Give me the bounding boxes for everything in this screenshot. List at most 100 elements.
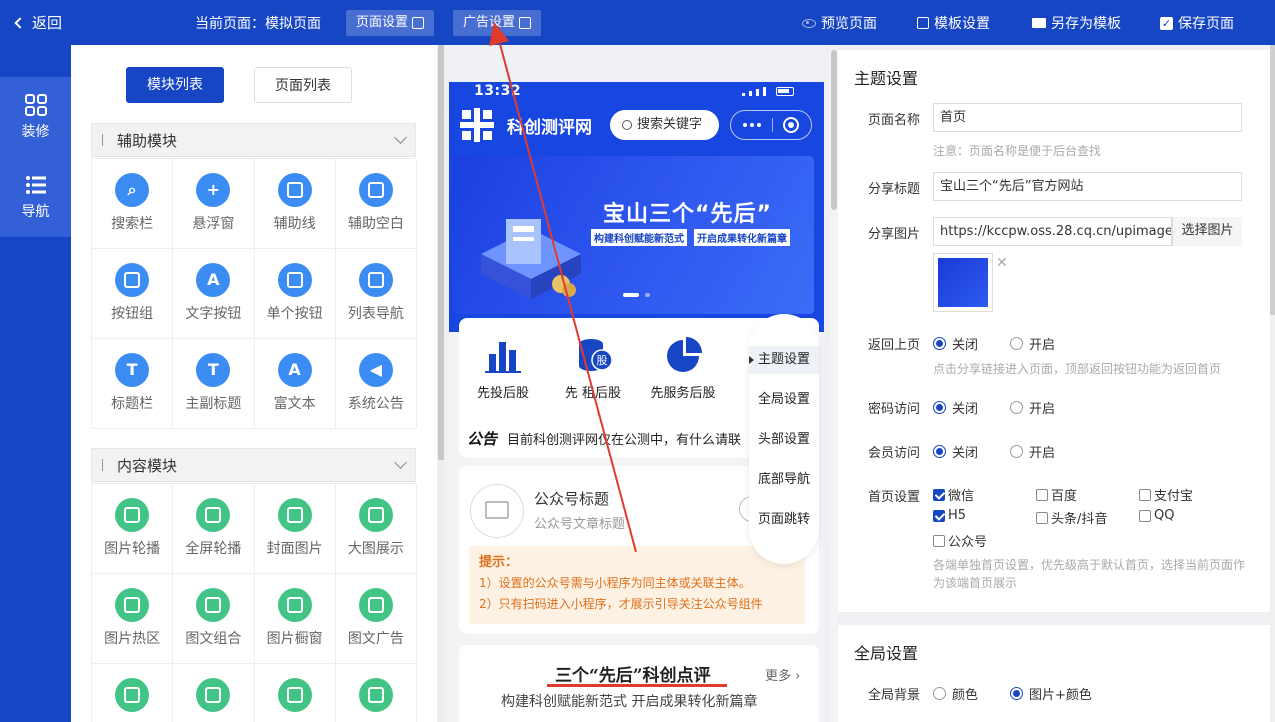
module-item[interactable]: 图文广告 [335,574,417,664]
mini-program-capsule[interactable] [730,110,812,140]
module-item[interactable]: A 文字按钮 [173,249,255,339]
module-item[interactable] [336,664,417,722]
save-page-button[interactable]: ✓ 保存页面 [1160,13,1234,33]
radio-on-icon [933,337,946,350]
banner-title: 宝山三个“先后” [603,202,772,227]
edit-icon [519,17,532,29]
module-item[interactable]: 按钮组 [92,249,174,339]
member-on-radio[interactable]: 开启 [1010,442,1055,461]
menu-item-theme-settings[interactable]: 主题设置 [749,346,819,374]
password-on-radio[interactable]: 开启 [1010,398,1055,417]
share-title-input[interactable]: 宝山三个“先后”官方网站 [933,172,1242,201]
module-item[interactable]: ⌕ 搜索栏 [92,159,174,249]
phone-search-bar[interactable]: 搜索关键字 [610,110,719,140]
sidebar-item-navigation[interactable]: 导航 [0,157,71,237]
field-label: 返回上页 [867,338,920,353]
module-item[interactable]: T 标题栏 [92,339,174,429]
preview-button[interactable]: 预览页面 [802,13,877,33]
module-item[interactable]: A 富文本 [254,339,336,429]
module-item[interactable] [255,664,336,722]
module-panel: 模块列表 页面列表 辅助模块 ⌕ 搜索栏 + 悬浮窗 辅助线 辅助空白按钮组 A 文字按钮 单个… [71,45,437,722]
carousel-dot-active[interactable] [623,293,639,297]
home-qq-checkbox[interactable]: QQ [1139,508,1174,523]
more-link[interactable]: 更多 › [765,665,800,684]
chevron-down-icon [394,456,407,469]
module-item[interactable]: 图片热区 [92,574,174,664]
field-label: 分享标题 [867,182,920,197]
nav-item-rent-then-equity[interactable]: 股 先 租后股 [553,336,633,401]
image-icon [485,501,509,519]
settings-scrollbar[interactable] [1270,45,1275,722]
title-bar-icon: T [115,353,150,387]
tab-page-list[interactable]: 页面列表 [254,67,352,103]
back-top-off-radio[interactable]: 关闭 [933,334,978,353]
signal-icon [763,87,766,96]
home-h5-checkbox[interactable]: H5 [933,508,966,523]
module-item[interactable] [173,664,255,722]
menu-item-page-redirect[interactable]: 页面跳转 [749,506,819,534]
back-label: 返回 [32,14,63,32]
save-as-template-button[interactable]: 另存为模板 [1032,13,1121,33]
bg-color-radio[interactable]: 颜色 [933,684,978,703]
checkbox-checked-icon [933,488,945,501]
sidebar-item-label: 导航 [21,204,50,220]
ad-settings-button[interactable]: 广告设置 [453,10,542,36]
scrollbar-thumb[interactable] [1270,45,1275,315]
field-label: 密码访问 [867,402,920,417]
radio-off-icon [1010,401,1023,414]
menu-item-footer-nav[interactable]: 底部导航 [749,466,819,494]
menu-item-header-settings[interactable]: 头部设置 [749,426,819,454]
module-item[interactable]: T 主副标题 [173,339,255,429]
home-official-account-checkbox[interactable]: 公众号 [933,531,987,550]
module-icon [115,678,150,712]
bg-image-color-radio[interactable]: 图片+颜色 [1010,684,1092,703]
module-item[interactable]: 封面图片 [254,484,336,574]
settings-float-menu: 主题设置 全局设置 头部设置 底部导航 页面跳转 [749,314,819,564]
nav-item-service-then-equity[interactable]: 先服务后股 [643,336,723,401]
close-icon[interactable]: ✕ [996,255,1008,271]
notice-bar[interactable]: 公告 目前科创测评网仅在公测中，有什么请联 [467,428,741,449]
page-settings-label: 页面设置 [356,15,409,30]
home-alipay-checkbox[interactable]: 支付宝 [1139,485,1193,504]
module-item[interactable]: 辅助线 [254,159,336,249]
module-item[interactable]: 大图展示 [335,484,417,574]
password-off-radio[interactable]: 关闭 [933,398,978,417]
choose-image-button[interactable]: 选择图片 [1172,217,1242,246]
home-baidu-checkbox[interactable]: 百度 [1036,485,1077,504]
home-toutiao-checkbox[interactable]: 头条/抖音 [1036,508,1107,527]
module-item[interactable]: 全屏轮播 [173,484,255,574]
share-image-url-input[interactable]: https://kccpw.oss.28.cq.cn/upimages/402/… [933,217,1172,246]
banner-carousel[interactable]: 宝山三个“先后” 构建科创赋能新范式 开启成果转化新篇章 [453,156,814,314]
module-item[interactable]: 图片轮播 [92,484,174,574]
page-settings-button[interactable]: 页面设置 [346,10,435,36]
back-button[interactable]: 返回 [14,12,63,33]
section-title: 辅助模块 [117,131,178,150]
section-header-helper[interactable]: 辅助模块 [91,123,416,157]
module-item-label: 图文组合 [185,631,242,647]
module-item[interactable]: 列表导航 [335,249,417,339]
section-header-content[interactable]: 内容模块 [91,448,416,482]
preview-scrollbar[interactable] [830,45,838,722]
module-item[interactable]: 图片橱窗 [254,574,336,664]
text-button-icon: A [196,263,231,297]
module-item[interactable]: 辅助空白 [335,159,417,249]
scrollbar-thumb[interactable] [831,50,837,210]
carousel-dot[interactable] [645,293,650,297]
sidebar-item-decorate[interactable]: 装修 [0,77,71,157]
divider [772,118,773,132]
module-item[interactable] [92,664,174,722]
module-item[interactable]: 图文组合 [173,574,255,664]
back-top-on-radio[interactable]: 开启 [1010,334,1055,353]
content-module-grid: 图片轮播 全屏轮播 封面图片 大图展示图片热区 图文组合 图片橱窗 图文广告 [91,483,417,722]
nav-item-invest-then-equity[interactable]: 先投后股 [463,336,543,401]
page-name-input[interactable]: 首页 [933,103,1242,132]
menu-item-global-settings[interactable]: 全局设置 [749,386,819,414]
template-settings-button[interactable]: 模板设置 [917,13,990,33]
home-wechat-checkbox[interactable]: 微信 [933,485,974,504]
tab-module-list[interactable]: 模块列表 [126,67,224,103]
module-item[interactable]: ◀ 系统公告 [335,339,417,429]
radio-off-icon [1010,445,1023,458]
module-item[interactable]: + 悬浮窗 [173,159,255,249]
module-item[interactable]: 单个按钮 [254,249,336,339]
member-off-radio[interactable]: 关闭 [933,442,978,461]
